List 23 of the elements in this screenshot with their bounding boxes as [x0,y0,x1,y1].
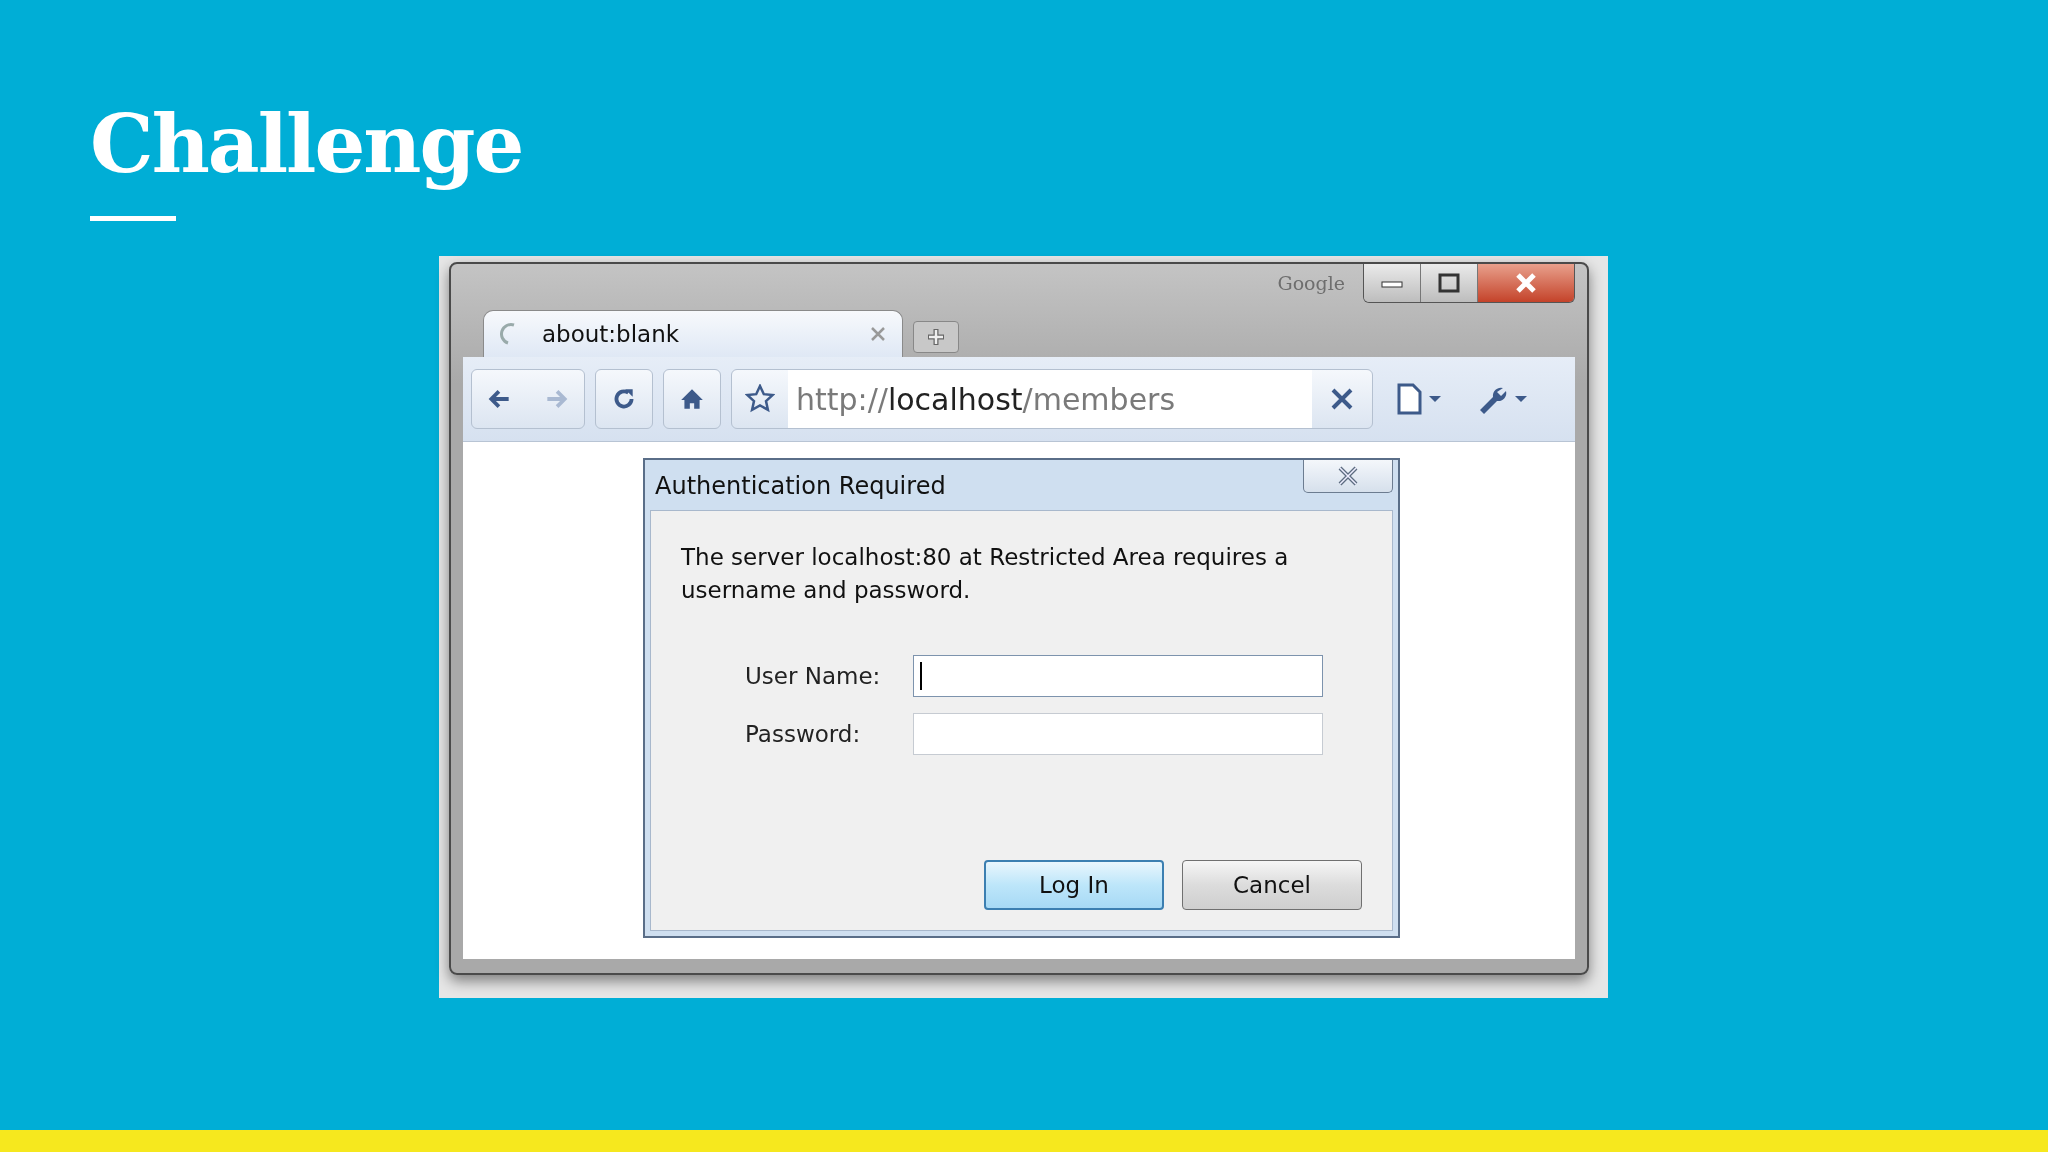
dialog-title: Authentication Required [655,472,946,500]
minimize-button[interactable] [1364,264,1421,302]
dialog-close-button[interactable] [1303,460,1393,493]
close-button[interactable] [1478,264,1574,302]
slide-title: Challenge [90,96,523,193]
dialog-message: The server localhost:80 at Restricted Area requires a username and password. [681,543,1290,605]
dialog-button[interactable]: Log In [984,860,1164,910]
input-field[interactable] [913,655,1323,697]
plus-icon [926,327,946,347]
field-label: Password: [745,721,862,747]
page-menu-icon[interactable] [1395,382,1443,416]
close-icon [1337,466,1359,486]
maximize-button[interactable] [1421,264,1478,302]
minimize-icon [1381,278,1403,288]
field-label: User Name: [745,663,882,689]
input-field[interactable] [913,713,1323,755]
dialog-button[interactable]: Cancel [1182,860,1362,910]
close-tab-icon[interactable] [870,326,886,342]
new-tab-button[interactable] [913,321,959,353]
close-icon [1514,273,1538,293]
maximize-icon [1438,273,1460,293]
browser-tab[interactable]: about:blank [483,310,903,357]
browser-brand: Google [1277,272,1345,294]
